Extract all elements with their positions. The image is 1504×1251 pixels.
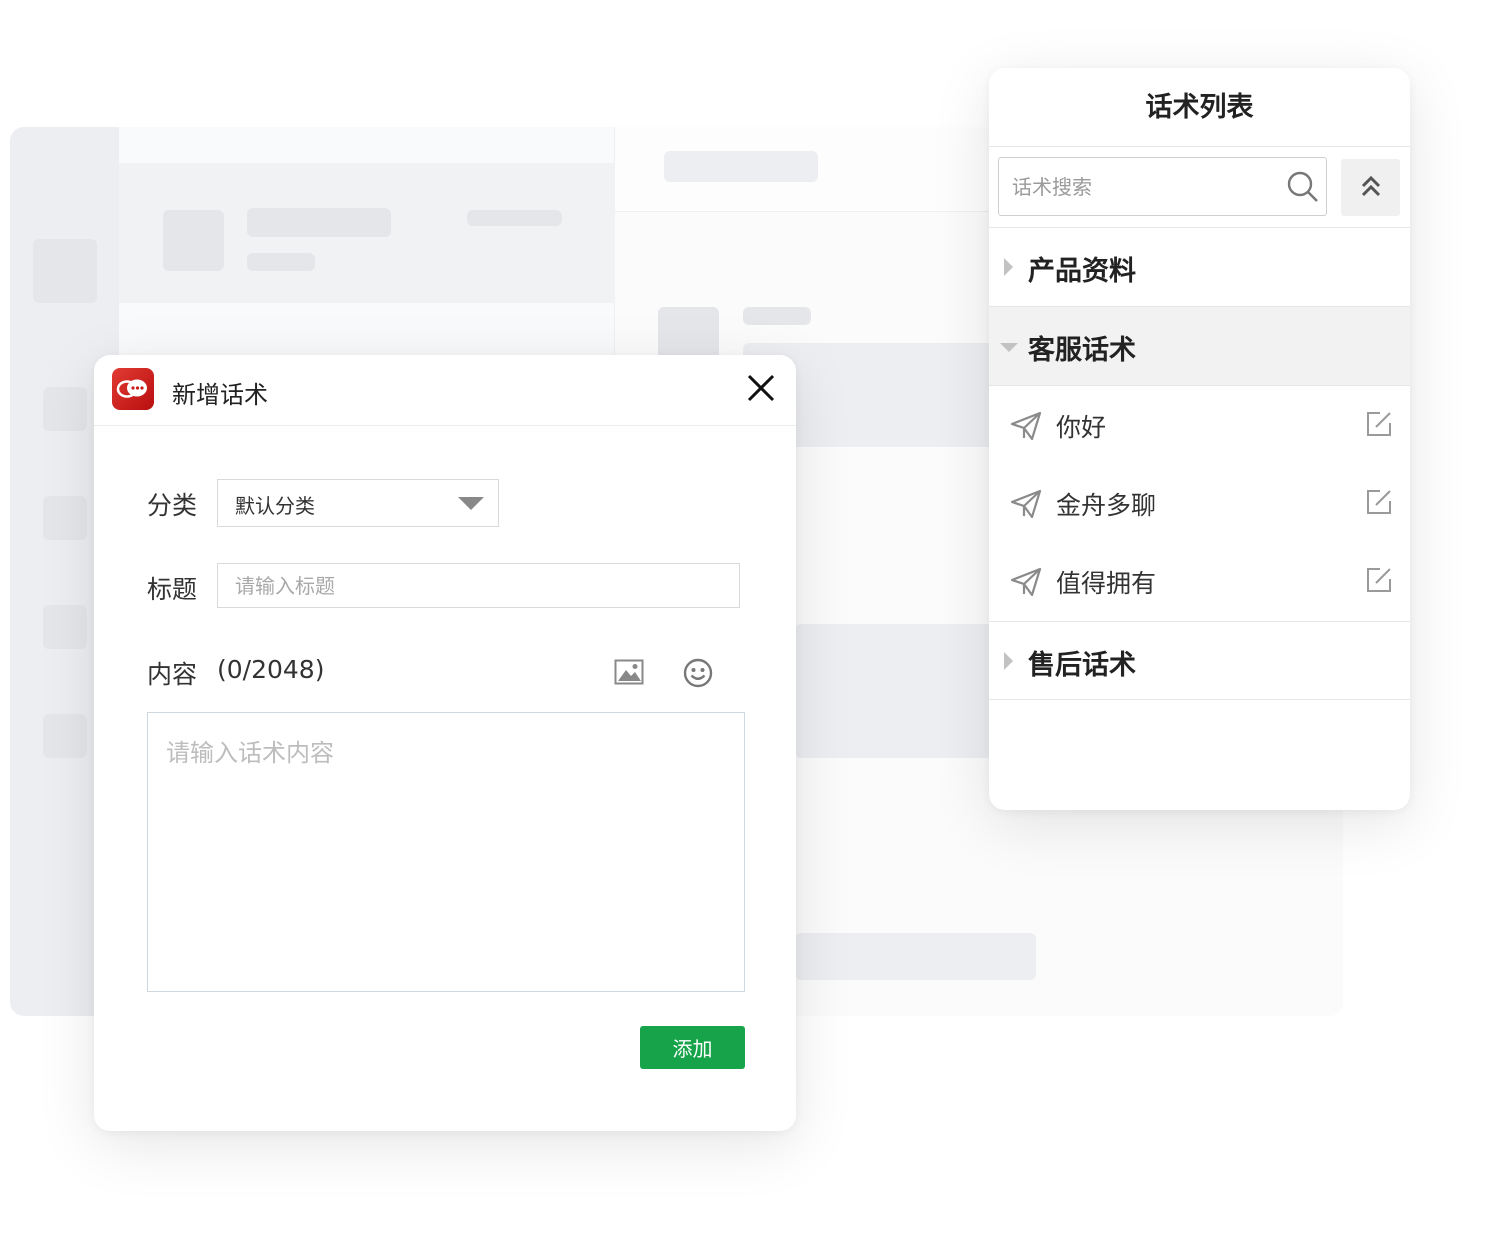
background-placeholder (43, 714, 87, 758)
script-item[interactable]: 金舟多聊 (989, 464, 1410, 542)
content-char-count: (0/2048) (217, 655, 325, 684)
background-placeholder (43, 605, 87, 649)
caret-right-icon (1004, 652, 1013, 670)
content-textarea[interactable] (147, 712, 745, 992)
app-logo-icon (112, 368, 154, 410)
collapse-all-button[interactable] (1341, 159, 1400, 216)
script-item-label: 值得拥有 (1056, 569, 1157, 598)
emoji-icon (683, 658, 713, 688)
script-list-panel: 话术列表 产品资料 客服话术 你好 (989, 68, 1410, 810)
category-label: 客服话术 (1028, 335, 1136, 366)
search-box (998, 157, 1327, 216)
caret-down-icon (1000, 343, 1018, 352)
insert-image-button[interactable] (614, 659, 644, 689)
content-label: 内容 (147, 660, 198, 689)
background-placeholder (795, 933, 1036, 980)
script-item-label: 你好 (1056, 413, 1107, 442)
category-label: 分类 (147, 491, 198, 520)
background-placeholder (743, 307, 811, 325)
title-input[interactable] (217, 563, 740, 608)
chevron-down-icon (458, 497, 484, 510)
edit-icon[interactable] (1366, 489, 1392, 515)
title-label: 标题 (147, 575, 198, 604)
caret-right-icon (1004, 258, 1013, 276)
add-button[interactable]: 添加 (640, 1026, 745, 1069)
send-icon (1010, 567, 1042, 597)
background-placeholder (43, 496, 87, 540)
background-placeholder (43, 387, 87, 431)
close-icon (747, 374, 775, 402)
double-chevron-up-icon (1361, 175, 1381, 197)
background-placeholder (33, 239, 97, 303)
category-select[interactable]: 默认分类 (217, 479, 499, 527)
background-placeholder (247, 208, 391, 237)
send-icon (1010, 489, 1042, 519)
background-placeholder (163, 210, 224, 271)
category-after-sales[interactable]: 售后话术 (989, 621, 1410, 700)
script-item[interactable]: 你好 (989, 386, 1410, 464)
script-item-label: 金舟多聊 (1056, 491, 1157, 520)
panel-title: 话术列表 (989, 68, 1410, 147)
category-label: 售后话术 (1028, 650, 1136, 681)
script-item[interactable]: 值得拥有 (989, 542, 1410, 620)
edit-icon[interactable] (1366, 567, 1392, 593)
background-placeholder (664, 151, 818, 182)
search-input[interactable] (1000, 159, 1280, 214)
category-customer-service[interactable]: 客服话术 (989, 307, 1410, 386)
category-select-value: 默认分类 (235, 494, 315, 518)
insert-emoji-button[interactable] (683, 658, 713, 692)
background-placeholder (247, 253, 315, 271)
dialog-title: 新增话术 (172, 381, 268, 409)
search-icon[interactable] (1286, 170, 1320, 208)
background-placeholder (467, 210, 562, 226)
edit-icon[interactable] (1366, 411, 1392, 437)
category-product-info[interactable]: 产品资料 (989, 228, 1410, 307)
send-icon (1010, 411, 1042, 441)
close-button[interactable] (744, 371, 778, 405)
dialog-header: 新增话术 (94, 355, 796, 426)
add-script-dialog: 新增话术 分类 默认分类 标题 内容 (0/2048) 添加 (94, 355, 796, 1131)
image-icon (614, 659, 644, 685)
category-label: 产品资料 (1028, 256, 1136, 287)
